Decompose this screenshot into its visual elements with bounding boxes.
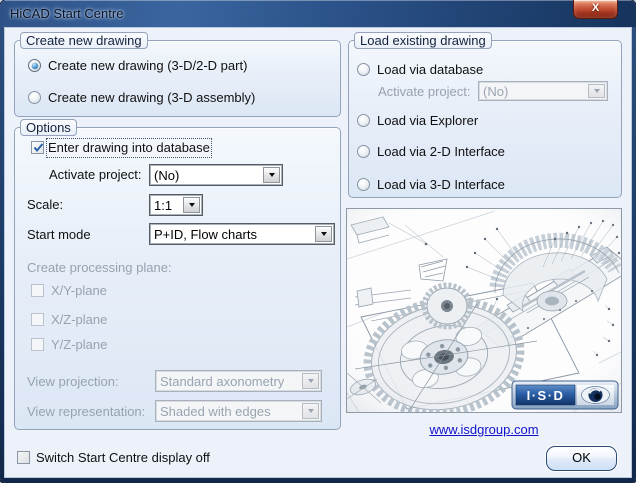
cad-gears-drawing: I·S·D: [347, 209, 621, 412]
isd-logo: I·S·D: [511, 380, 619, 410]
chevron-down-icon: [320, 232, 327, 236]
processing-plane-label: Create processing plane:: [27, 260, 172, 275]
chevron-down-icon: [307, 409, 314, 413]
create-new-drawing-group-label: Create new drawing: [20, 32, 148, 49]
load-existing-drawing-group-label: Load existing drawing: [354, 32, 492, 49]
radio-load-3d-interface-label[interactable]: Load via 3-D Interface: [377, 177, 505, 193]
isd-logo-text: I·S·D: [527, 388, 565, 403]
radio-load-explorer-label[interactable]: Load via Explorer: [377, 113, 478, 129]
checkbox-xy-plane-label: X/Y-plane: [51, 283, 107, 298]
radio-load-database[interactable]: [357, 63, 370, 76]
start-mode-value: P+ID, Flow charts: [154, 226, 257, 242]
radio-create-part[interactable]: [28, 59, 41, 72]
checkbox-switch-start-centre-off[interactable]: [17, 451, 30, 464]
scale-label: Scale:: [27, 197, 64, 212]
radio-load-explorer[interactable]: [357, 114, 370, 127]
window-title: HiCAD Start Centre: [10, 6, 124, 21]
chevron-down-icon: [188, 203, 195, 207]
dropdown-arrow-button: [302, 403, 319, 419]
title-bar[interactable]: HiCAD Start Centre: [0, 0, 636, 27]
radio-load-3d-interface[interactable]: [357, 178, 370, 191]
dropdown-arrow-button[interactable]: [183, 197, 200, 213]
create-new-drawing-group: Create new drawing Create new drawing (3…: [14, 32, 341, 117]
dropdown-arrow-button: [588, 84, 605, 98]
radio-load-2d-interface-label[interactable]: Load via 2-D Interface: [377, 144, 505, 160]
checkbox-xz-plane: [31, 313, 44, 326]
scale-select[interactable]: 1:1: [149, 194, 203, 216]
isdgroup-website-link[interactable]: www.isdgroup.com: [429, 422, 538, 437]
view-representation-label: View representation:: [27, 404, 146, 419]
cad-preview-image: I·S·D: [346, 208, 622, 413]
scale-value: 1:1: [154, 197, 173, 213]
dropdown-arrow-button[interactable]: [263, 167, 280, 183]
radio-load-2d-interface[interactable]: [357, 145, 370, 158]
close-icon: X: [591, 2, 600, 14]
chevron-down-icon: [268, 173, 275, 177]
start-mode-label: Start mode: [27, 227, 91, 242]
load-activate-project-select: (No): [478, 81, 608, 101]
options-group: Options Enter drawing into database Acti…: [14, 119, 341, 430]
radio-create-assembly[interactable]: [28, 91, 41, 104]
checkbox-yz-plane: [31, 338, 44, 351]
radio-create-assembly-label[interactable]: Create new drawing (3-D assembly): [48, 90, 255, 106]
close-button[interactable]: X: [573, 0, 618, 19]
load-activate-project-value: (No): [483, 83, 509, 99]
activate-project-label: Activate project:: [49, 167, 142, 182]
check-icon: [33, 143, 44, 153]
view-projection-label: View projection:: [27, 374, 119, 389]
hicad-start-centre-dialog: HiCAD Start Centre X Create new drawing …: [0, 0, 636, 483]
dropdown-arrow-button: [302, 373, 319, 389]
checkbox-yz-plane-label: Y/Z-plane: [51, 337, 108, 352]
radio-load-database-label[interactable]: Load via database: [377, 62, 483, 78]
activate-project-value: (No): [154, 167, 180, 183]
view-representation-select: Shaded with edges: [155, 400, 322, 422]
load-existing-drawing-group: Load existing drawing Load via database …: [348, 32, 622, 198]
checkbox-switch-start-centre-off-label[interactable]: Switch Start Centre display off: [36, 450, 210, 466]
view-representation-value: Shaded with edges: [160, 403, 271, 419]
isd-eye-icon: [581, 386, 610, 404]
radio-create-part-label[interactable]: Create new drawing (3-D/2-D part): [48, 58, 247, 74]
options-group-label: Options: [20, 119, 77, 136]
start-mode-select[interactable]: P+ID, Flow charts: [149, 223, 335, 245]
checkbox-enter-database[interactable]: [31, 141, 44, 154]
checkbox-enter-database-label[interactable]: Enter drawing into database: [46, 138, 212, 158]
checkbox-xz-plane-label: X/Z-plane: [51, 312, 108, 327]
chevron-down-icon: [593, 89, 600, 93]
dropdown-arrow-button[interactable]: [315, 226, 332, 242]
activate-project-select[interactable]: (No): [149, 164, 283, 186]
checkbox-xy-plane: [31, 284, 44, 297]
load-activate-project-label: Activate project:: [378, 84, 471, 99]
ok-button-label: OK: [572, 450, 591, 465]
view-projection-value: Standard axonometry: [160, 373, 285, 389]
ok-button[interactable]: OK: [546, 446, 617, 471]
chevron-down-icon: [307, 379, 314, 383]
view-projection-select: Standard axonometry: [155, 370, 322, 392]
